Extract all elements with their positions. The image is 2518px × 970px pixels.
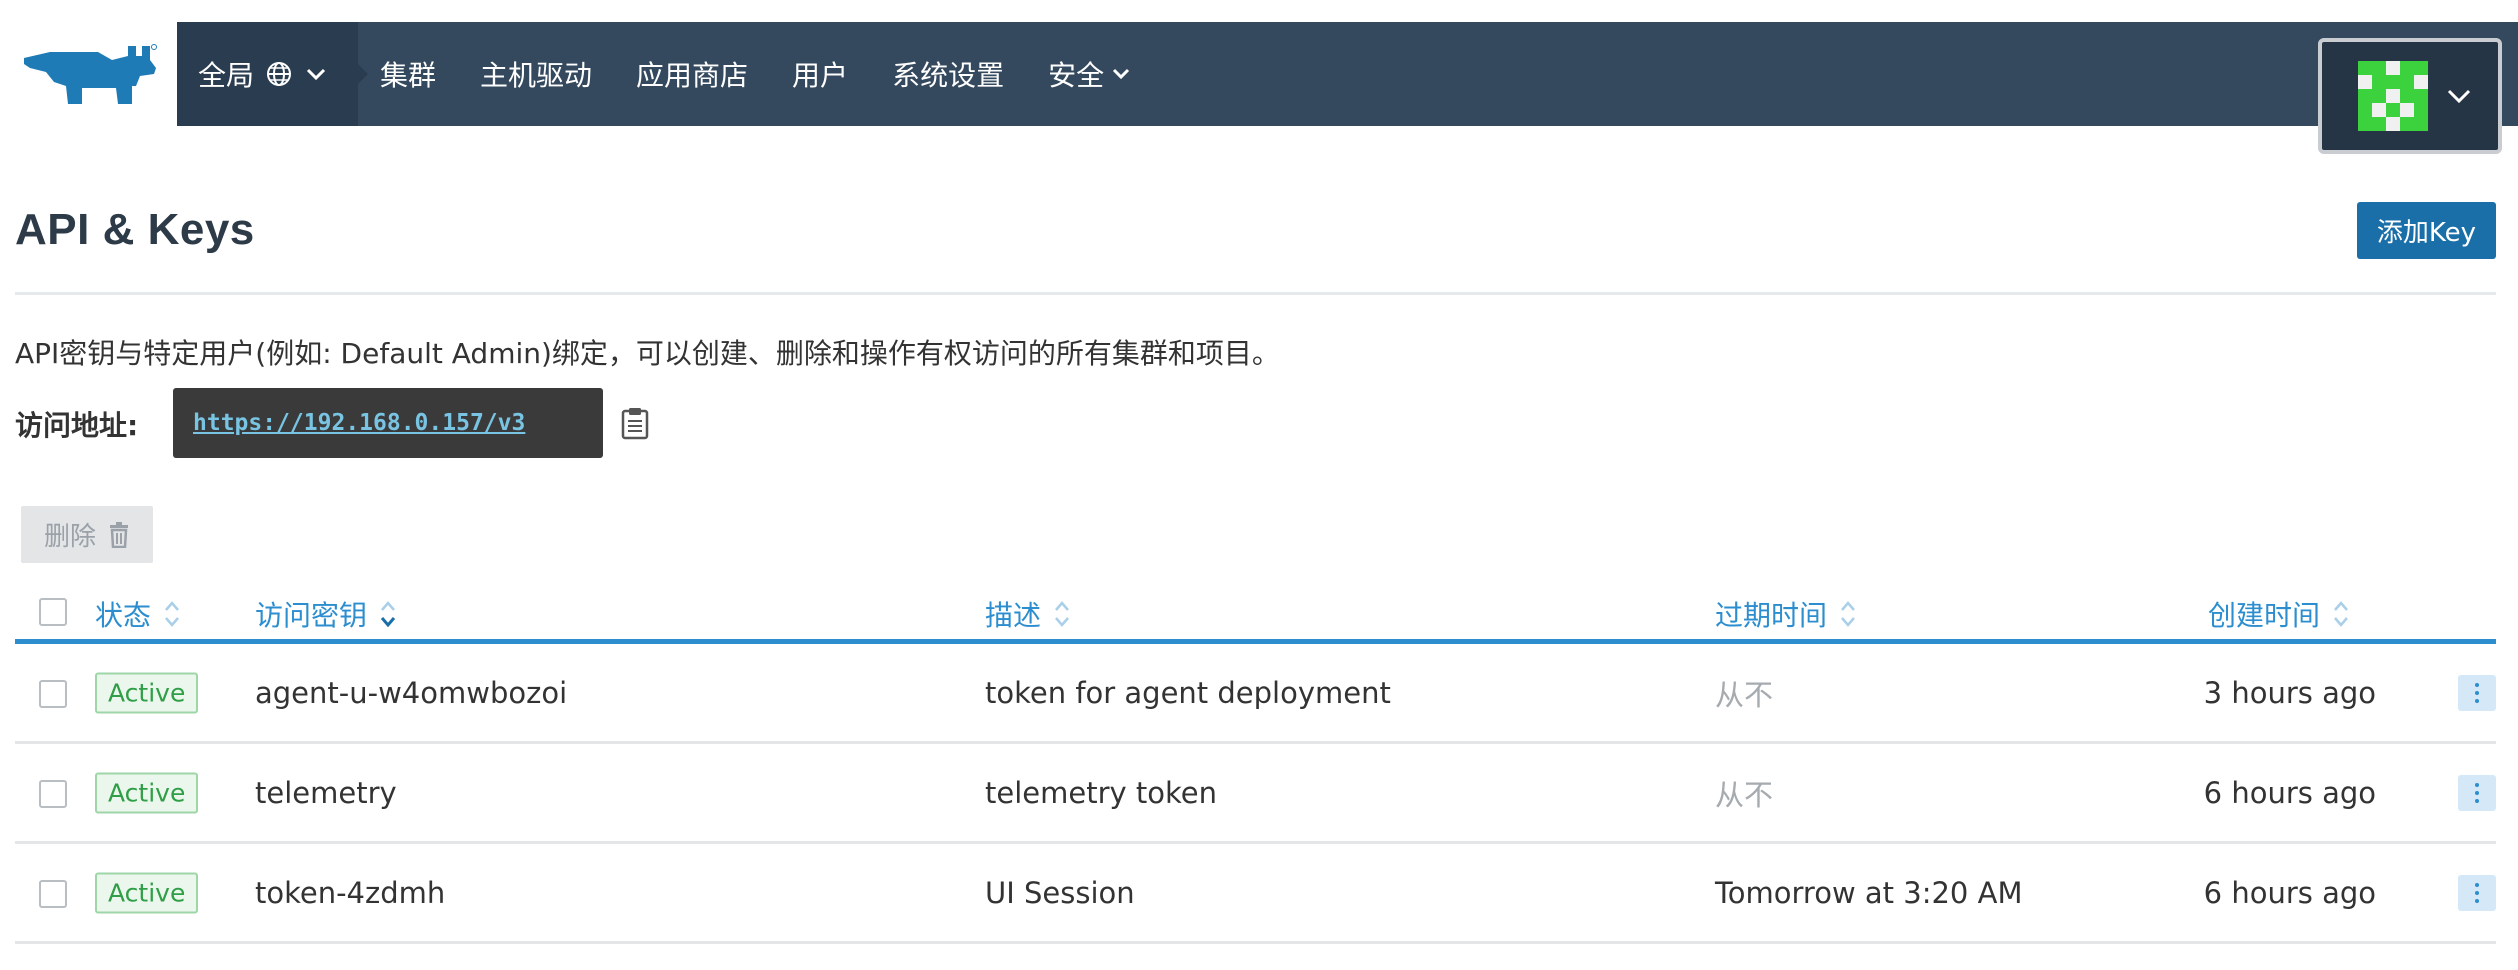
nav-item-node-drivers-label: 主机驱动 xyxy=(480,59,593,92)
sort-icon xyxy=(1053,599,1071,629)
scope-label: 全局 xyxy=(198,59,255,92)
column-header-state[interactable]: 状态 xyxy=(95,594,181,634)
nav-item-settings-label: 系统设置 xyxy=(892,59,1005,92)
expires-cell: Tomorrow at 3:20 AM xyxy=(1715,875,2023,910)
column-header-description-label: 描述 xyxy=(985,599,1042,632)
expires-cell: 从不 xyxy=(1715,777,1774,812)
endpoint-url-link[interactable]: https://192.168.0.157/v3 xyxy=(193,410,525,436)
sort-icon xyxy=(1839,599,1857,629)
column-header-created[interactable]: 创建时间 xyxy=(2208,594,2350,634)
sort-icon xyxy=(163,599,181,629)
scope-selector[interactable]: 全局 xyxy=(177,22,368,126)
endpoint-box: https://192.168.0.157/v3 xyxy=(173,388,603,458)
table-header: 状态 访问密钥 描述 过期时间 创建时间 xyxy=(15,586,2496,644)
page-description: API密钥与特定用户(例如: Default Admin)绑定，可以创建、删除和… xyxy=(15,337,1280,370)
status-badge: Active xyxy=(95,872,199,913)
row-actions-button[interactable] xyxy=(2458,674,2496,711)
status-badge: Active xyxy=(95,672,199,713)
nav-item-apps-label: 应用商店 xyxy=(636,59,749,92)
row-checkbox[interactable] xyxy=(39,880,67,908)
column-header-state-label: 状态 xyxy=(95,599,152,632)
nav-item-settings[interactable]: 系统设置 xyxy=(892,54,1004,94)
created-cell: 6 hours ago xyxy=(2203,775,2376,810)
column-header-expires-label: 过期时间 xyxy=(1715,599,1828,632)
expires-cell: 从不 xyxy=(1715,677,1774,712)
access-key-cell: token-4zdmh xyxy=(255,875,446,910)
delete-button[interactable]: 删除 xyxy=(21,506,153,563)
nav-item-apps[interactable]: 应用商店 xyxy=(636,54,748,94)
globe-icon xyxy=(266,61,292,87)
nav-item-users[interactable]: 用户 xyxy=(792,54,848,94)
column-header-access-key-label: 访问密钥 xyxy=(255,599,368,632)
nav-item-security-label: 安全 xyxy=(1048,59,1105,92)
kebab-icon xyxy=(2475,881,2479,905)
access-key-cell: agent-u-w4omwbozoi xyxy=(255,675,568,710)
page-title: API & Keys xyxy=(15,205,255,254)
created-cell: 3 hours ago xyxy=(2203,675,2376,710)
api-keys-table: 状态 访问密钥 描述 过期时间 创建时间 Active agent-u-w4om… xyxy=(15,586,2496,944)
sort-icon xyxy=(379,599,397,629)
description-cell: token for agent deployment xyxy=(985,675,1391,710)
kebab-icon xyxy=(2475,781,2479,805)
row-checkbox[interactable] xyxy=(39,680,67,708)
kebab-icon xyxy=(2475,681,2479,705)
avatar xyxy=(2358,61,2428,131)
table-row: Active telemetry telemetry token 从不 6 ho… xyxy=(15,744,2496,844)
nav-item-clusters-label: 集群 xyxy=(380,59,437,92)
clipboard-icon[interactable] xyxy=(620,406,650,440)
status-badge: Active xyxy=(95,772,199,813)
main-nav: 集群 主机驱动 应用商店 用户 系统设置 安全 xyxy=(358,22,1152,126)
chevron-down-icon xyxy=(2446,88,2472,104)
row-actions-button[interactable] xyxy=(2458,774,2496,811)
trash-icon xyxy=(108,521,130,548)
sort-icon xyxy=(2332,599,2350,629)
add-key-button[interactable]: 添加Key xyxy=(2356,202,2496,259)
table-row: Active token-4zdmh UI Session Tomorrow a… xyxy=(15,844,2496,944)
nav-item-security[interactable]: 安全 xyxy=(1048,54,1130,94)
column-header-created-label: 创建时间 xyxy=(2208,599,2321,632)
column-header-expires[interactable]: 过期时间 xyxy=(1715,594,1857,634)
row-actions-button[interactable] xyxy=(2458,874,2496,911)
chevron-down-icon xyxy=(306,67,326,81)
user-menu[interactable] xyxy=(2318,38,2502,154)
select-all-checkbox[interactable] xyxy=(39,598,67,626)
rancher-logo[interactable] xyxy=(0,22,177,126)
nav-item-node-drivers[interactable]: 主机驱动 xyxy=(480,54,592,94)
row-checkbox[interactable] xyxy=(39,780,67,808)
column-header-access-key[interactable]: 访问密钥 xyxy=(255,594,397,634)
created-cell: 6 hours ago xyxy=(2203,875,2376,910)
endpoint-label: 访问地址: xyxy=(15,409,139,442)
description-cell: telemetry token xyxy=(985,775,1217,810)
nav-item-users-label: 用户 xyxy=(792,59,849,92)
rancher-cow-icon xyxy=(23,44,157,104)
description-cell: UI Session xyxy=(985,875,1135,910)
column-header-description[interactable]: 描述 xyxy=(985,594,1071,634)
access-key-cell: telemetry xyxy=(255,775,397,810)
divider xyxy=(15,292,2496,295)
table-row: Active agent-u-w4omwbozoi token for agen… xyxy=(15,644,2496,744)
delete-button-label: 删除 xyxy=(43,522,96,552)
chevron-down-icon xyxy=(1112,68,1130,80)
top-nav-bar: 全局 集群 主机驱动 应用商店 用户 系统设置 安全 xyxy=(177,22,2518,154)
nav-item-clusters[interactable]: 集群 xyxy=(380,54,436,94)
